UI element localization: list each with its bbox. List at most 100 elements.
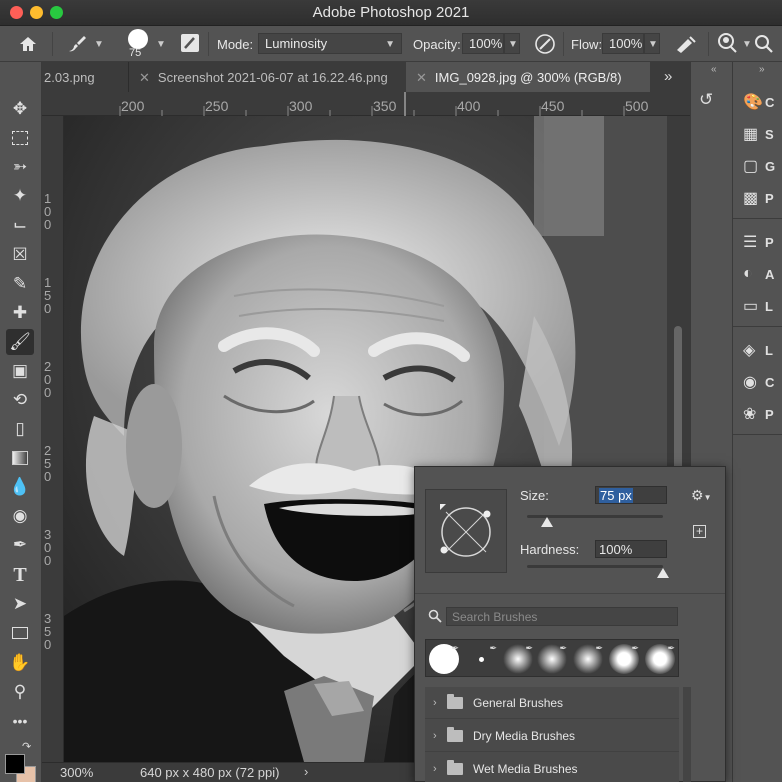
blur-tool-icon[interactable]: 💧 — [6, 474, 34, 500]
size-label: Size: — [520, 488, 549, 503]
panel-layers[interactable]: ◈ L — [743, 338, 782, 362]
brush-preset-chevron-icon[interactable]: ▼ — [94, 39, 104, 50]
folder-wet-media-brushes[interactable]: › Wet Media Brushes — [425, 753, 679, 782]
chevron-right-icon[interactable]: › — [433, 697, 447, 709]
frame-tool-icon[interactable]: ☒ — [6, 242, 34, 268]
folder-dry-media-brushes[interactable]: › Dry Media Brushes — [425, 720, 679, 752]
brush-size-chevron-icon[interactable]: ▼ — [156, 39, 166, 50]
gradient-tool-icon[interactable] — [6, 445, 34, 471]
eraser-tool-icon[interactable]: ▯ — [6, 416, 34, 442]
panel-channels[interactable]: ◉ C — [743, 370, 782, 394]
mode-select[interactable]: Luminosity ▼ — [258, 33, 402, 54]
brush-tool-icon[interactable]: 🖌 — [6, 329, 34, 355]
tab-2-03[interactable]: 2.03.png — [42, 62, 128, 92]
search-brushes-input[interactable]: Search Brushes — [446, 607, 678, 626]
ruler-tick: 3 5 0 — [44, 611, 52, 652]
history-brush-tool-icon[interactable]: ⟲ — [6, 387, 34, 413]
search-placeholder: Search Brushes — [452, 610, 538, 624]
pen-tool-icon[interactable]: ✒ — [6, 532, 34, 558]
pressure-opacity-icon[interactable] — [534, 33, 556, 55]
panel-properties[interactable]: ☰ P — [743, 230, 782, 254]
size-slider-thumb[interactable] — [541, 517, 554, 527]
dock-collapse-icon[interactable]: « — [711, 64, 717, 75]
crop-tool-icon[interactable]: ⌙ — [6, 212, 34, 238]
tab-screenshot[interactable]: ✕ Screenshot 2021-06-07 at 16.22.46.png — [128, 62, 406, 92]
ruler-tick: 200 — [121, 98, 145, 114]
symmetry-chevron-icon[interactable]: ▼ — [742, 39, 752, 50]
recent-brush-soft-round-4[interactable]: ✒ — [608, 643, 640, 675]
history-panel-icon[interactable]: ↺ — [699, 90, 713, 110]
chevron-right-icon[interactable]: › — [433, 730, 447, 742]
move-tool-icon[interactable]: ✥ — [6, 96, 34, 122]
ruler-vertical: 1 0 0 1 5 0 2 0 0 2 5 0 3 0 0 3 5 0 — [42, 116, 64, 762]
tools-panel: ✥ ➳ ✦ ⌙ ☒ ✎ ✚ 🖌 ▣ ⟲ ▯ 💧 ◉ ✒ T ➤ ✋ ⚲ ••• … — [0, 62, 42, 782]
hardness-slider-thumb[interactable] — [657, 568, 669, 578]
brush-stroke-icon: ✒ — [525, 643, 533, 653]
flow-input[interactable]: 100% — [602, 33, 644, 54]
close-tab-icon[interactable]: ✕ — [416, 70, 427, 85]
folder-label: Wet Media Brushes — [473, 761, 578, 776]
magic-wand-tool-icon[interactable]: ✦ — [6, 183, 34, 209]
new-preset-icon[interactable]: + — [693, 525, 706, 538]
recent-brush-soft-round-2[interactable]: ✒ — [536, 643, 568, 675]
swap-colors-icon[interactable]: ↷ — [22, 740, 31, 753]
flow-chevron-icon: ▼ — [648, 39, 658, 50]
brush-folder-list: › General Brushes › Dry Media Brushes › Wet… — [425, 687, 679, 782]
zoom-tool-icon[interactable]: ⚲ — [6, 679, 34, 705]
panel-gradients[interactable]: ▢ G — [743, 154, 782, 178]
lasso-tool-icon[interactable]: ➳ — [6, 154, 34, 180]
panel-color[interactable]: 🎨 C — [743, 90, 782, 114]
hardness-input[interactable]: 100% — [595, 540, 667, 558]
type-tool-icon[interactable]: T — [6, 562, 34, 588]
brush-preset-icon[interactable] — [66, 34, 88, 54]
status-menu-chevron-icon[interactable]: › — [304, 764, 308, 779]
panels-collapse-icon[interactable]: » — [759, 64, 765, 75]
path-selection-tool-icon[interactable]: ➤ — [6, 591, 34, 617]
brush-size-readout: 75 — [129, 47, 142, 59]
folder-general-brushes[interactable]: › General Brushes — [425, 687, 679, 719]
brush-tip-preview[interactable] — [425, 489, 507, 573]
flow-dropdown[interactable]: ▼ — [644, 33, 660, 54]
ruler-tick: 350 — [373, 98, 397, 114]
panel-paths[interactable]: ❀ P — [743, 402, 782, 426]
ruler-tick: 1 5 0 — [44, 275, 52, 316]
size-input[interactable]: 75 px — [595, 486, 667, 504]
tab-img-0928[interactable]: ✕ IMG_0928.jpg @ 300% (RGB/8) — [406, 62, 650, 92]
symmetry-user-icon[interactable] — [716, 32, 740, 56]
hand-tool-icon[interactable]: ✋ — [6, 650, 34, 676]
recent-brush-soft-round-3[interactable]: ✒ — [572, 643, 604, 675]
brush-size-preview[interactable] — [128, 29, 148, 49]
search-icon[interactable] — [754, 34, 774, 54]
more-tabs-icon[interactable]: » — [664, 68, 672, 85]
rectangle-tool-icon[interactable] — [6, 620, 34, 646]
panel-adjustments[interactable]: ◐ A — [743, 262, 782, 286]
zoom-level[interactable]: 300% — [60, 765, 93, 780]
recent-brush-soft-round-5[interactable]: ✒ — [644, 643, 676, 675]
close-tab-icon[interactable]: ✕ — [139, 70, 150, 85]
dodge-tool-icon[interactable]: ◉ — [6, 503, 34, 529]
home-icon[interactable] — [18, 34, 38, 54]
brush-settings-icon[interactable] — [180, 33, 200, 53]
panel-swatches[interactable]: ▦ S — [743, 122, 782, 146]
hardness-slider-track[interactable] — [527, 565, 663, 568]
opacity-input[interactable]: 100% — [462, 33, 504, 54]
tab-label: Screenshot 2021-06-07 at 16.22.46.png — [157, 70, 388, 85]
marquee-tool-icon[interactable] — [6, 125, 34, 151]
clone-stamp-tool-icon[interactable]: ▣ — [6, 358, 34, 384]
recent-brush-hard-round[interactable]: ✒ — [428, 643, 460, 675]
recent-brush-soft-round-1[interactable]: ✒ — [502, 643, 534, 675]
opacity-dropdown[interactable]: ▼ — [504, 33, 520, 54]
foreground-color-swatch[interactable] — [5, 754, 25, 774]
gear-icon[interactable]: ⚙▼ — [691, 487, 711, 504]
eyedropper-tool-icon[interactable]: ✎ — [6, 271, 34, 297]
panel-libraries[interactable]: ▭ L — [743, 294, 782, 318]
recent-brush-small-round[interactable]: ✒ — [466, 643, 498, 675]
opacity-chevron-icon: ▼ — [508, 39, 518, 50]
chevron-right-icon[interactable]: › — [433, 763, 447, 775]
edit-toolbar-icon[interactable]: ••• — [6, 708, 34, 734]
airbrush-icon[interactable] — [674, 34, 698, 54]
panel-patterns[interactable]: ▩ P — [743, 186, 782, 210]
brush-list-scrollbar[interactable] — [683, 687, 691, 782]
document-info[interactable]: 640 px x 480 px (72 ppi) — [140, 765, 279, 780]
healing-brush-tool-icon[interactable]: ✚ — [6, 300, 34, 326]
